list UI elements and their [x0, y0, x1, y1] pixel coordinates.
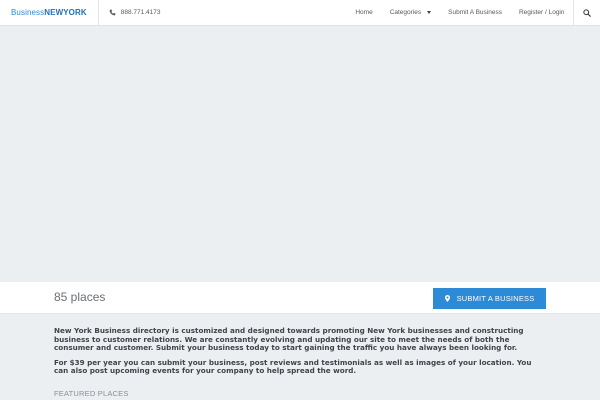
submit-business-button[interactable]: SUBMIT A BUSINESS: [433, 288, 546, 309]
phone-icon: [109, 9, 116, 16]
phone-number-text: 888.771.4173: [120, 9, 161, 16]
featured-places-heading: FEATURED PLACES: [54, 389, 129, 398]
nav-submit-business-label: Submit A Business: [448, 9, 502, 16]
description-section: New York Business directory is customize…: [54, 326, 548, 382]
description-paragraph-1: New York Business directory is customize…: [54, 326, 524, 353]
search-icon: [583, 8, 591, 17]
nav-register-login[interactable]: Register / Login: [510, 0, 573, 26]
places-bar: 85 places SUBMIT A BUSINESS: [0, 282, 600, 314]
nav-categories-label: Categories: [389, 9, 422, 16]
map-area[interactable]: [0, 26, 600, 282]
nav-register-login-label: Register / Login: [518, 9, 565, 16]
description-paragraph-2: For $39 per year you can submit your bus…: [54, 357, 532, 376]
nav-submit-business[interactable]: Submit A Business: [440, 0, 511, 26]
places-count: 85 places: [54, 290, 106, 304]
submit-business-button-label: SUBMIT A BUSINESS: [456, 294, 535, 303]
map-pin-icon: [444, 295, 450, 302]
site-logo[interactable]: Business NEWYORK: [0, 0, 99, 26]
nav-home[interactable]: Home: [347, 0, 381, 26]
chevron-down-icon: [427, 11, 432, 14]
search-button[interactable]: [573, 0, 600, 26]
phone-number[interactable]: 888.771.4173: [99, 0, 171, 26]
nav-categories[interactable]: Categories: [381, 0, 439, 26]
logo-business-text: Business: [11, 8, 45, 17]
main-nav: Home Categories Submit A Business Regist…: [347, 0, 600, 26]
nav-home-label: Home: [355, 9, 373, 16]
top-navigation-bar: Business NEWYORK 888.771.4173 Home Catego…: [0, 0, 600, 26]
logo-newyork-text: NEWYORK: [44, 8, 87, 17]
